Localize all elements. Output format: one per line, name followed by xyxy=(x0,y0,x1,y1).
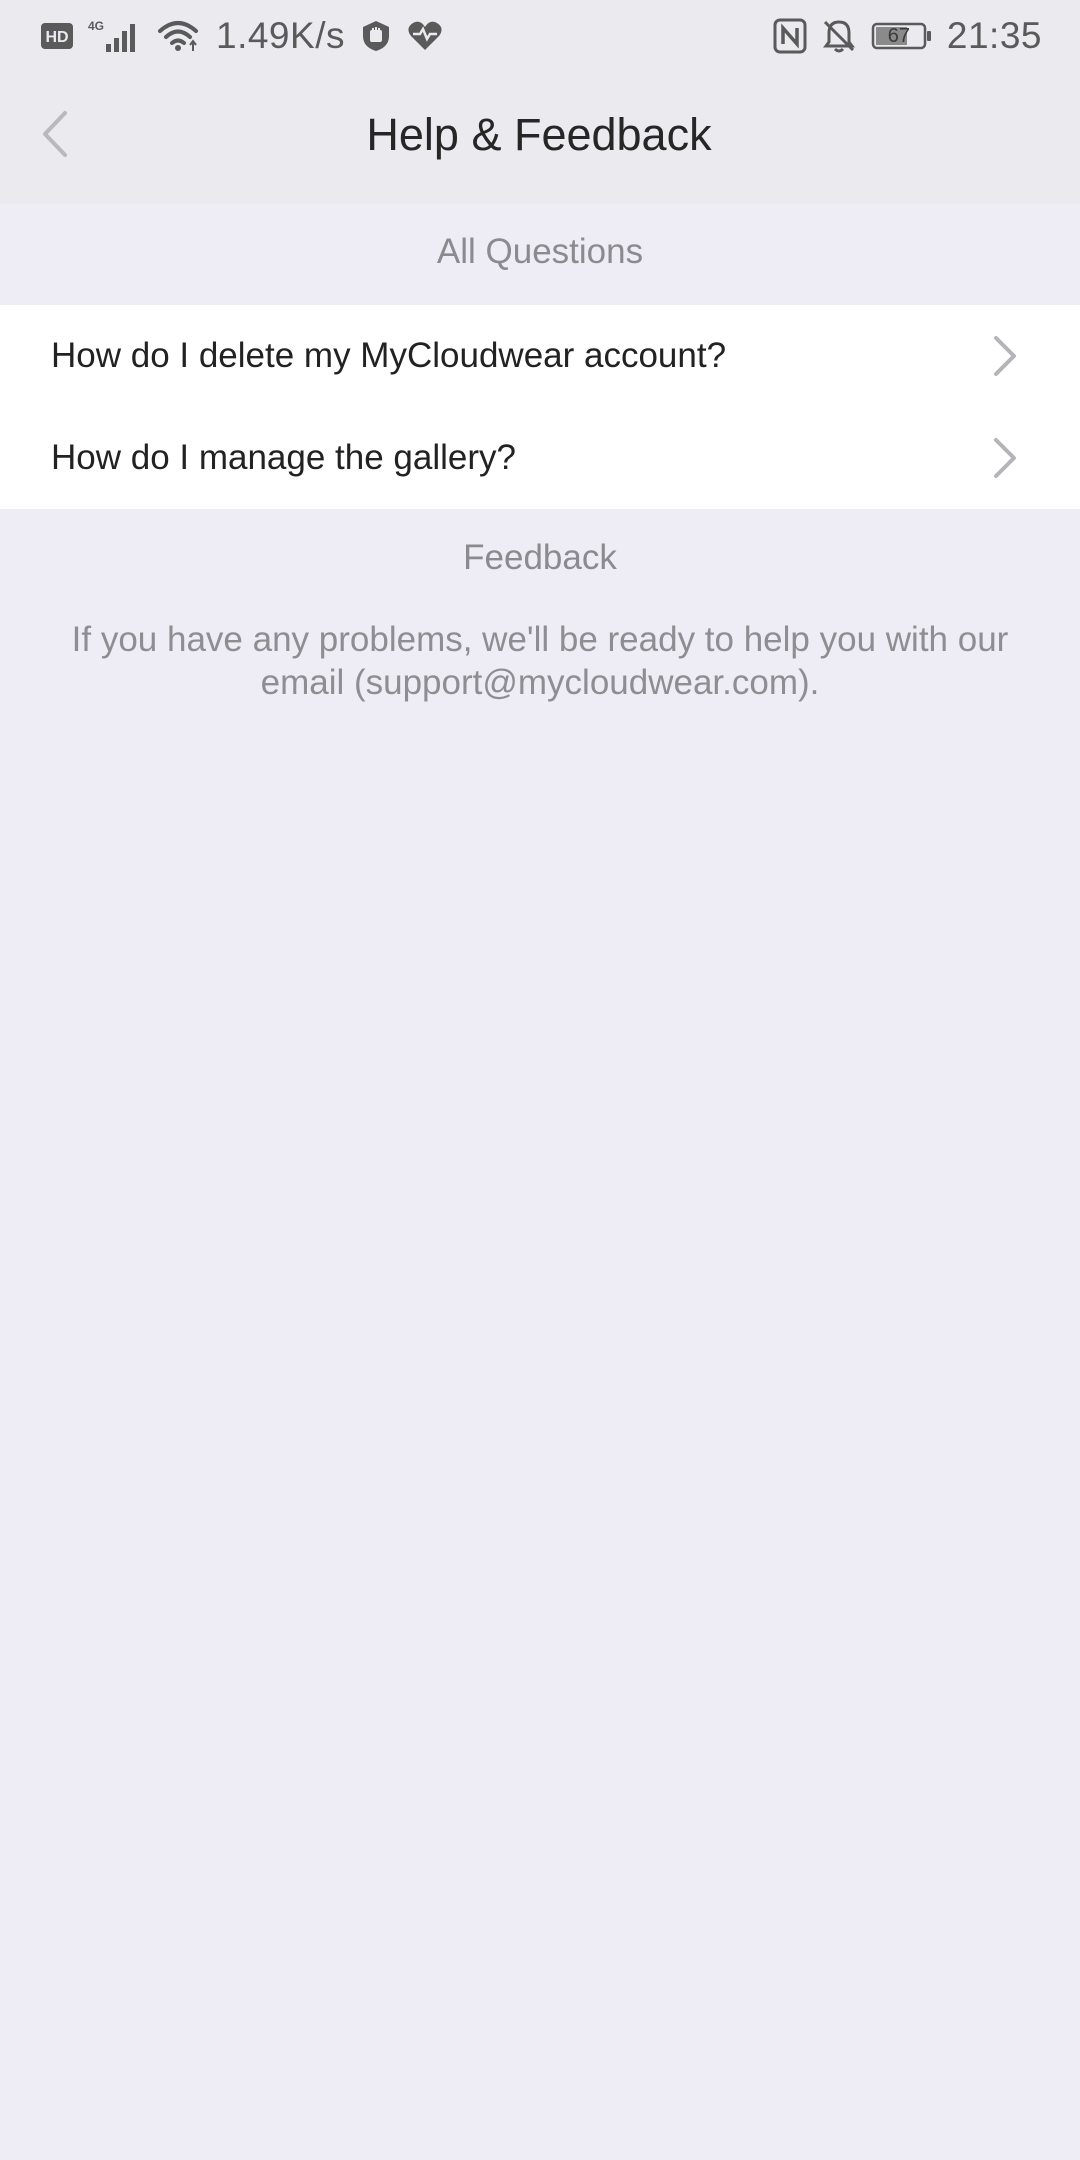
chevron-right-icon xyxy=(992,436,1018,480)
battery-level: 67 xyxy=(887,25,911,47)
question-list: How do I delete my MyCloudwear account? … xyxy=(0,305,1080,509)
bell-off-icon xyxy=(821,18,857,54)
signal-4g-icon: 4G xyxy=(88,18,142,54)
svg-text:4G: 4G xyxy=(88,19,104,33)
section-title-questions: All Questions xyxy=(436,232,644,271)
question-item-manage-gallery[interactable]: How do I manage the gallery? xyxy=(0,407,1080,509)
shield-hand-icon xyxy=(359,19,393,53)
question-label: How do I manage the gallery? xyxy=(51,438,516,477)
status-bar-right: 67 21:35 xyxy=(773,15,1042,57)
hd-icon: HD xyxy=(40,22,74,50)
page-title: Help & Feedback xyxy=(366,109,712,160)
svg-text:HD: HD xyxy=(45,29,68,46)
section-title-feedback: Feedback xyxy=(463,538,617,577)
clock: 21:35 xyxy=(946,15,1042,56)
app-bar: Help & Feedback xyxy=(0,72,1080,204)
feedback-description: If you have any problems, we'll be ready… xyxy=(71,620,1009,702)
network-speed: 1.49K/s xyxy=(216,15,345,56)
nfc-icon xyxy=(773,18,807,54)
heart-rate-icon xyxy=(407,20,443,52)
wifi-icon xyxy=(156,19,200,53)
question-label: How do I delete my MyCloudwear account? xyxy=(51,336,727,375)
status-bar: HD 4G 1.49K/s 67 21:35 xyxy=(0,0,1080,72)
status-bar-left: HD 4G 1.49K/s xyxy=(40,15,443,57)
question-item-delete-account[interactable]: How do I delete my MyCloudwear account? xyxy=(0,305,1080,407)
chevron-right-icon xyxy=(992,334,1018,378)
battery-icon: 67 xyxy=(871,21,933,51)
